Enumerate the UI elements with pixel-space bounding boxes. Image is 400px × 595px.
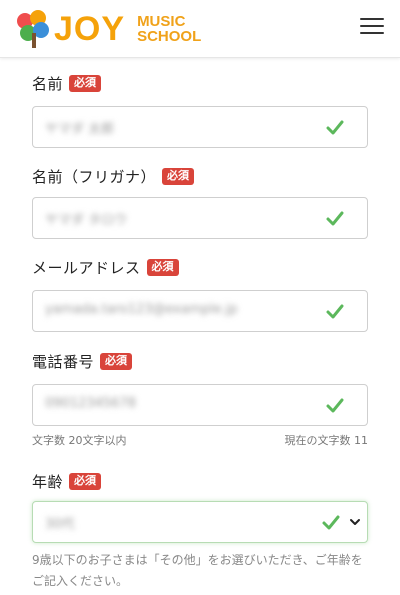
logo-sub-music: MUSIC [137,13,186,30]
phone-help: 文字数 20文字以内 現在の文字数 11 [32,432,368,448]
logo-wordmark: JOY [54,10,126,48]
phone-label: 電話番号 [32,352,95,371]
name-input[interactable]: ヤマダ 太郎 [32,106,368,148]
name-value: ヤマダ 太郎 [45,122,115,137]
tree-logo-icon [17,10,49,48]
age-value: 30代 [45,517,75,532]
kana-field-group: 名前（フリガナ） 必須 ヤマダ タロウ [32,165,368,239]
age-label: 年齢 [32,472,64,491]
name-label: 名前 [32,74,64,93]
check-icon [326,398,344,413]
email-value: yamada.taro123@example.jp [45,302,238,317]
name-field-group: 名前 必須 ヤマダ 太郎 [32,72,368,148]
char-count-text: 現在の文字数 11 [284,434,369,447]
email-field-group: メールアドレス 必須 yamada.taro123@example.jp [32,256,368,332]
age-field-group: 年齢 必須 30代 9歳以下のお子さまは「その他」をお選びいただき、ご年齢をご記… [32,470,368,588]
kana-label: 名前（フリガナ） [32,167,157,186]
check-icon [326,120,344,135]
age-select[interactable]: 30代 [32,501,368,543]
check-icon [322,515,340,530]
phone-input[interactable]: 09012345678 [32,384,368,426]
site-header: JOY MUSIC SCHOOL [0,0,400,58]
email-label: メールアドレス [32,258,141,277]
age-note: 9歳以下のお子さまは「その他」をお選びいただき、ご年齢をご記入ください。 [32,553,363,588]
required-badge: 必須 [162,167,195,185]
required-badge: 必須 [100,352,133,370]
kana-input[interactable]: ヤマダ タロウ [32,197,368,239]
char-limit-text: 文字数 20文字以内 [32,434,127,447]
logo-sub-school: SCHOOL [137,28,202,45]
required-badge: 必須 [146,258,179,276]
phone-field-group: 電話番号 必須 09012345678 文字数 20文字以内 現在の文字数 11 [32,350,368,447]
required-badge: 必須 [69,74,102,92]
check-icon [326,304,344,319]
logo-subtitle: MUSIC SCHOOL [137,14,201,44]
email-input[interactable]: yamada.taro123@example.jp [32,290,368,332]
hamburger-menu-icon[interactable] [360,18,384,38]
chevron-down-icon [350,519,360,525]
phone-value: 09012345678 [45,396,136,411]
kana-value: ヤマダ タロウ [45,213,128,228]
site-logo[interactable]: JOY MUSIC SCHOOL [16,8,201,50]
check-icon [326,211,344,226]
required-badge: 必須 [69,472,102,490]
